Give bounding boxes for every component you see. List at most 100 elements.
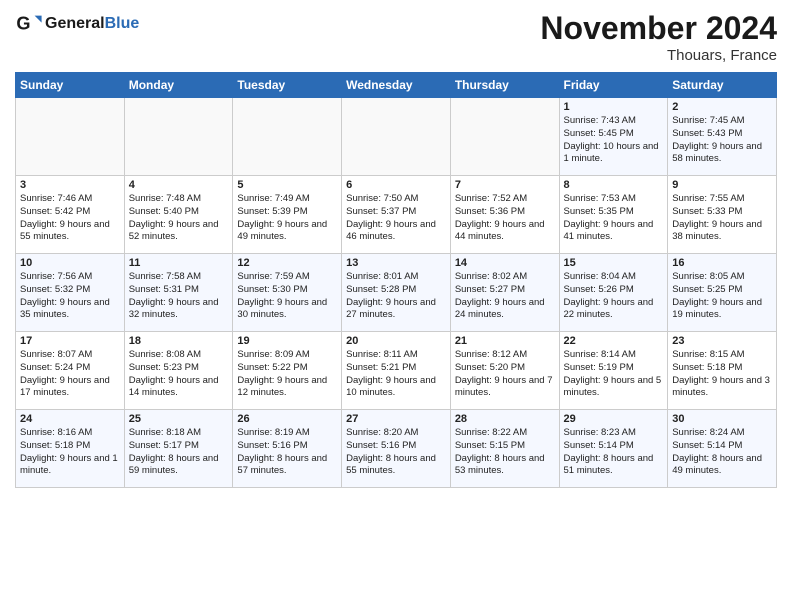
day-info: Sunrise: 7:43 AMSunset: 5:45 PMDaylight:…	[564, 115, 664, 166]
day-number: 5	[237, 179, 337, 191]
day-info: Sunrise: 8:01 AMSunset: 5:28 PMDaylight:…	[346, 271, 446, 322]
logo: G GeneralBlue	[15, 10, 139, 38]
cell-week1-day2	[233, 98, 342, 176]
cell-week1-day0	[16, 98, 125, 176]
day-info: Sunrise: 8:20 AMSunset: 5:16 PMDaylight:…	[346, 427, 446, 478]
day-number: 23	[672, 335, 772, 347]
title-block: November 2024 Thouars, France	[540, 10, 777, 64]
cell-week2-day2: 5 Sunrise: 7:49 AMSunset: 5:39 PMDayligh…	[233, 176, 342, 254]
day-info: Sunrise: 7:45 AMSunset: 5:43 PMDaylight:…	[672, 115, 772, 166]
week-row-2: 3 Sunrise: 7:46 AMSunset: 5:42 PMDayligh…	[16, 176, 777, 254]
day-info: Sunrise: 7:46 AMSunset: 5:42 PMDaylight:…	[20, 193, 120, 244]
day-number: 24	[20, 413, 120, 425]
day-info: Sunrise: 8:16 AMSunset: 5:18 PMDaylight:…	[20, 427, 120, 478]
day-number: 28	[455, 413, 555, 425]
col-friday: Friday	[559, 73, 668, 98]
day-number: 11	[129, 257, 229, 269]
day-number: 2	[672, 101, 772, 113]
day-number: 26	[237, 413, 337, 425]
day-info: Sunrise: 7:48 AMSunset: 5:40 PMDaylight:…	[129, 193, 229, 244]
day-number: 22	[564, 335, 664, 347]
day-info: Sunrise: 8:14 AMSunset: 5:19 PMDaylight:…	[564, 349, 664, 400]
week-row-4: 17 Sunrise: 8:07 AMSunset: 5:24 PMDaylig…	[16, 332, 777, 410]
day-number: 30	[672, 413, 772, 425]
day-number: 9	[672, 179, 772, 191]
day-info: Sunrise: 7:59 AMSunset: 5:30 PMDaylight:…	[237, 271, 337, 322]
day-info: Sunrise: 8:18 AMSunset: 5:17 PMDaylight:…	[129, 427, 229, 478]
day-number: 27	[346, 413, 446, 425]
cell-week5-day1: 25 Sunrise: 8:18 AMSunset: 5:17 PMDaylig…	[124, 410, 233, 488]
day-number: 10	[20, 257, 120, 269]
day-info: Sunrise: 8:22 AMSunset: 5:15 PMDaylight:…	[455, 427, 555, 478]
cell-week5-day5: 29 Sunrise: 8:23 AMSunset: 5:14 PMDaylig…	[559, 410, 668, 488]
day-info: Sunrise: 8:23 AMSunset: 5:14 PMDaylight:…	[564, 427, 664, 478]
day-number: 19	[237, 335, 337, 347]
page-header: G GeneralBlue November 2024 Thouars, Fra…	[15, 10, 777, 64]
cell-week5-day3: 27 Sunrise: 8:20 AMSunset: 5:16 PMDaylig…	[342, 410, 451, 488]
day-number: 29	[564, 413, 664, 425]
day-info: Sunrise: 8:04 AMSunset: 5:26 PMDaylight:…	[564, 271, 664, 322]
day-number: 17	[20, 335, 120, 347]
logo-blue: Blue	[105, 15, 140, 32]
col-saturday: Saturday	[668, 73, 777, 98]
cell-week2-day3: 6 Sunrise: 7:50 AMSunset: 5:37 PMDayligh…	[342, 176, 451, 254]
week-row-1: 1 Sunrise: 7:43 AMSunset: 5:45 PMDayligh…	[16, 98, 777, 176]
day-info: Sunrise: 7:53 AMSunset: 5:35 PMDaylight:…	[564, 193, 664, 244]
col-sunday: Sunday	[16, 73, 125, 98]
col-monday: Monday	[124, 73, 233, 98]
cell-week4-day6: 23 Sunrise: 8:15 AMSunset: 5:18 PMDaylig…	[668, 332, 777, 410]
cell-week4-day3: 20 Sunrise: 8:11 AMSunset: 5:21 PMDaylig…	[342, 332, 451, 410]
cell-week3-day1: 11 Sunrise: 7:58 AMSunset: 5:31 PMDaylig…	[124, 254, 233, 332]
calendar-table: Sunday Monday Tuesday Wednesday Thursday…	[15, 72, 777, 488]
cell-week5-day2: 26 Sunrise: 8:19 AMSunset: 5:16 PMDaylig…	[233, 410, 342, 488]
col-thursday: Thursday	[450, 73, 559, 98]
day-info: Sunrise: 7:52 AMSunset: 5:36 PMDaylight:…	[455, 193, 555, 244]
cell-week2-day5: 8 Sunrise: 7:53 AMSunset: 5:35 PMDayligh…	[559, 176, 668, 254]
day-number: 1	[564, 101, 664, 113]
day-info: Sunrise: 8:12 AMSunset: 5:20 PMDaylight:…	[455, 349, 555, 400]
logo-icon: G	[15, 10, 43, 38]
cell-week1-day3	[342, 98, 451, 176]
day-number: 18	[129, 335, 229, 347]
svg-text:G: G	[16, 14, 30, 34]
cell-week4-day2: 19 Sunrise: 8:09 AMSunset: 5:22 PMDaylig…	[233, 332, 342, 410]
day-info: Sunrise: 8:19 AMSunset: 5:16 PMDaylight:…	[237, 427, 337, 478]
cell-week2-day1: 4 Sunrise: 7:48 AMSunset: 5:40 PMDayligh…	[124, 176, 233, 254]
cell-week4-day0: 17 Sunrise: 8:07 AMSunset: 5:24 PMDaylig…	[16, 332, 125, 410]
day-number: 14	[455, 257, 555, 269]
cell-week5-day0: 24 Sunrise: 8:16 AMSunset: 5:18 PMDaylig…	[16, 410, 125, 488]
cell-week3-day0: 10 Sunrise: 7:56 AMSunset: 5:32 PMDaylig…	[16, 254, 125, 332]
cell-week1-day6: 2 Sunrise: 7:45 AMSunset: 5:43 PMDayligh…	[668, 98, 777, 176]
cell-week4-day5: 22 Sunrise: 8:14 AMSunset: 5:19 PMDaylig…	[559, 332, 668, 410]
day-number: 16	[672, 257, 772, 269]
cell-week3-day4: 14 Sunrise: 8:02 AMSunset: 5:27 PMDaylig…	[450, 254, 559, 332]
cell-week4-day1: 18 Sunrise: 8:08 AMSunset: 5:23 PMDaylig…	[124, 332, 233, 410]
day-info: Sunrise: 7:58 AMSunset: 5:31 PMDaylight:…	[129, 271, 229, 322]
location: Thouars, France	[540, 47, 777, 64]
calendar-header-row: Sunday Monday Tuesday Wednesday Thursday…	[16, 73, 777, 98]
cell-week2-day6: 9 Sunrise: 7:55 AMSunset: 5:33 PMDayligh…	[668, 176, 777, 254]
col-tuesday: Tuesday	[233, 73, 342, 98]
day-info: Sunrise: 8:08 AMSunset: 5:23 PMDaylight:…	[129, 349, 229, 400]
day-number: 25	[129, 413, 229, 425]
day-info: Sunrise: 7:49 AMSunset: 5:39 PMDaylight:…	[237, 193, 337, 244]
day-number: 13	[346, 257, 446, 269]
day-number: 12	[237, 257, 337, 269]
day-number: 6	[346, 179, 446, 191]
day-info: Sunrise: 8:15 AMSunset: 5:18 PMDaylight:…	[672, 349, 772, 400]
day-info: Sunrise: 7:55 AMSunset: 5:33 PMDaylight:…	[672, 193, 772, 244]
week-row-3: 10 Sunrise: 7:56 AMSunset: 5:32 PMDaylig…	[16, 254, 777, 332]
day-info: Sunrise: 8:11 AMSunset: 5:21 PMDaylight:…	[346, 349, 446, 400]
cell-week3-day5: 15 Sunrise: 8:04 AMSunset: 5:26 PMDaylig…	[559, 254, 668, 332]
col-wednesday: Wednesday	[342, 73, 451, 98]
week-row-5: 24 Sunrise: 8:16 AMSunset: 5:18 PMDaylig…	[16, 410, 777, 488]
day-info: Sunrise: 8:24 AMSunset: 5:14 PMDaylight:…	[672, 427, 772, 478]
cell-week3-day2: 12 Sunrise: 7:59 AMSunset: 5:30 PMDaylig…	[233, 254, 342, 332]
day-info: Sunrise: 8:07 AMSunset: 5:24 PMDaylight:…	[20, 349, 120, 400]
day-info: Sunrise: 8:09 AMSunset: 5:22 PMDaylight:…	[237, 349, 337, 400]
cell-week2-day4: 7 Sunrise: 7:52 AMSunset: 5:36 PMDayligh…	[450, 176, 559, 254]
month-title: November 2024	[540, 10, 777, 47]
day-number: 15	[564, 257, 664, 269]
cell-week5-day4: 28 Sunrise: 8:22 AMSunset: 5:15 PMDaylig…	[450, 410, 559, 488]
day-number: 20	[346, 335, 446, 347]
